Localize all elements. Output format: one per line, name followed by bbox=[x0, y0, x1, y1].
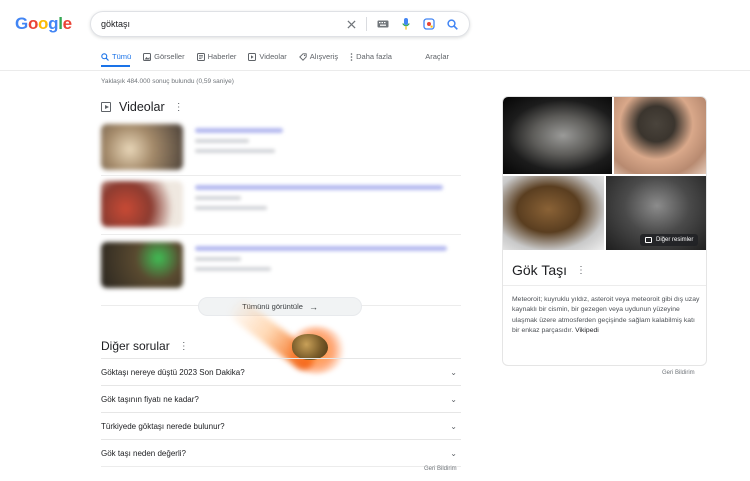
tab-videos[interactable]: Videolar bbox=[248, 52, 287, 61]
result-stats: Yaklaşık 484.000 sonuç bulundu (0,59 san… bbox=[101, 78, 234, 85]
video-text-blurred bbox=[195, 246, 447, 277]
search-divider bbox=[366, 17, 367, 31]
tab-images[interactable]: Görseller bbox=[143, 52, 185, 61]
search-tabs: Tümü Görseller Haberler Videolar Alışver… bbox=[101, 52, 461, 61]
meteor-icon bbox=[292, 334, 328, 360]
search-input[interactable]: göktaşı bbox=[101, 19, 335, 29]
chevron-down-icon: ⌄ bbox=[450, 394, 457, 404]
tab-shopping[interactable]: Alışveriş bbox=[298, 52, 339, 61]
more-images-label: Diğer resimler bbox=[656, 237, 694, 243]
chevron-down-icon: ⌄ bbox=[450, 421, 457, 431]
other-questions-title: Diğer sorular bbox=[101, 339, 170, 353]
news-icon bbox=[196, 52, 205, 61]
video-text-blurred bbox=[195, 128, 283, 159]
entity-description: Meteoroit; kuyruklu yıldız, asteroit vey… bbox=[512, 295, 702, 336]
show-all-videos-button[interactable]: Tümünü görüntüle → bbox=[198, 297, 362, 316]
search-icon[interactable] bbox=[445, 17, 459, 31]
panel-divider bbox=[503, 285, 706, 286]
video-result[interactable] bbox=[101, 124, 461, 172]
video-thumbnail[interactable] bbox=[101, 124, 183, 170]
more-vert-icon bbox=[350, 52, 353, 61]
logo-letter: g bbox=[48, 14, 59, 33]
tab-label: Videolar bbox=[259, 52, 287, 61]
source-link[interactable]: Vikipedi bbox=[575, 327, 599, 334]
tab-label: Daha fazla bbox=[356, 52, 392, 61]
camera-lens-icon[interactable] bbox=[422, 17, 436, 31]
question-text: Göktaşı nereye düştü 2023 Son Dakika? bbox=[101, 367, 245, 377]
more-vert-icon[interactable]: ⋮ bbox=[179, 341, 189, 352]
clear-icon[interactable] bbox=[344, 17, 358, 31]
meteorite-image[interactable] bbox=[614, 97, 706, 174]
tab-label: Haberler bbox=[207, 52, 237, 61]
row-divider bbox=[101, 175, 461, 176]
knowledge-panel-title: Gök Taşı ⋮ bbox=[512, 262, 586, 278]
active-tab-indicator bbox=[101, 65, 130, 67]
chevron-down-icon: ⌄ bbox=[450, 448, 457, 458]
video-thumbnail[interactable] bbox=[101, 242, 183, 288]
more-vert-icon[interactable]: ⋮ bbox=[576, 265, 586, 276]
more-images-button[interactable]: Diğer resimler bbox=[640, 234, 699, 246]
logo-letter: G bbox=[15, 14, 28, 33]
row-divider bbox=[101, 234, 461, 235]
chevron-down-icon: ⌄ bbox=[450, 367, 457, 377]
videos-header: Videolar ⋮ bbox=[101, 100, 184, 114]
video-result[interactable] bbox=[101, 181, 461, 229]
tag-icon bbox=[298, 52, 307, 61]
video-icon bbox=[248, 52, 257, 61]
tab-all[interactable]: Tümü bbox=[101, 52, 131, 61]
entity-title: Gök Taşı bbox=[512, 262, 567, 278]
keyboard-icon[interactable] bbox=[376, 17, 390, 31]
search-box[interactable]: göktaşı bbox=[90, 11, 470, 37]
question-text: Türkiyede göktaşı nerede bulunur? bbox=[101, 421, 225, 431]
google-logo[interactable]: Google bbox=[15, 14, 72, 34]
tab-label: Tümü bbox=[112, 52, 132, 61]
question-item[interactable]: Gök taşı neden değerli? ⌄ bbox=[101, 439, 461, 466]
video-result[interactable] bbox=[101, 242, 461, 290]
more-vert-icon[interactable]: ⋮ bbox=[174, 102, 184, 113]
search-icon bbox=[101, 52, 109, 61]
tab-news[interactable]: Haberler bbox=[196, 52, 237, 61]
question-text: Gök taşı neden değerli? bbox=[101, 448, 186, 458]
feedback-link[interactable]: Geri Bildirim bbox=[662, 370, 695, 376]
knowledge-panel: Diğer resimler Gök Taşı ⋮ Meteoroit; kuy… bbox=[502, 96, 707, 366]
microphone-icon[interactable] bbox=[399, 17, 413, 31]
header-divider bbox=[0, 70, 750, 71]
question-item[interactable]: Türkiyede göktaşı nerede bulunur? ⌄ bbox=[101, 412, 461, 439]
image-icon bbox=[645, 237, 652, 243]
logo-letter: o bbox=[38, 14, 49, 33]
row-divider bbox=[101, 466, 461, 467]
arrow-right-icon: → bbox=[308, 301, 318, 312]
video-text-blurred bbox=[195, 185, 443, 216]
meteorite-image[interactable] bbox=[503, 176, 604, 250]
question-item[interactable]: Gök taşının fiyatı ne kadar? ⌄ bbox=[101, 385, 461, 412]
description-text: Meteoroit; kuyruklu yıldız, asteroit vey… bbox=[512, 296, 700, 334]
videos-title: Videolar bbox=[119, 100, 165, 114]
image-icon bbox=[143, 52, 152, 61]
feedback-link[interactable]: Geri Bildirim bbox=[424, 466, 457, 472]
video-icon bbox=[101, 102, 111, 112]
other-questions-header: Diğer sorular ⋮ bbox=[101, 339, 189, 353]
tab-more[interactable]: Daha fazla bbox=[350, 52, 392, 61]
question-item[interactable]: Göktaşı nereye düştü 2023 Son Dakika? ⌄ bbox=[101, 358, 461, 385]
tab-label: Görseller bbox=[154, 52, 185, 61]
logo-letter: e bbox=[62, 14, 72, 33]
meteorite-image[interactable] bbox=[503, 97, 612, 174]
question-text: Gök taşının fiyatı ne kadar? bbox=[101, 394, 199, 404]
logo-letter: o bbox=[27, 14, 39, 33]
video-thumbnail[interactable] bbox=[101, 181, 183, 227]
tab-label: Alışveriş bbox=[309, 52, 339, 61]
tools-button[interactable]: Araçlar bbox=[425, 52, 449, 61]
